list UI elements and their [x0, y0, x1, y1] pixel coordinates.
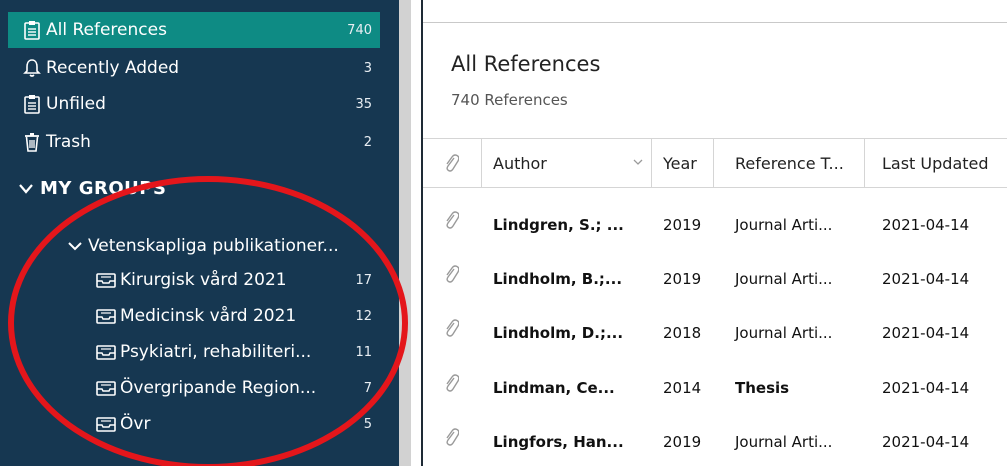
column-separator[interactable] — [481, 139, 482, 187]
group-item-label: Övr — [120, 414, 151, 434]
cell-author: Lingfors, Han... — [493, 432, 624, 451]
cell-last-updated: 2021-04-14 — [882, 432, 970, 451]
cell-reference-type: Journal Arti... — [735, 432, 833, 451]
cell-reference-type: Journal Arti... — [735, 323, 833, 342]
folder-tray-icon — [96, 414, 118, 434]
sidebar-item-count: 2 — [363, 134, 372, 150]
bell-icon — [20, 56, 44, 80]
attachment-icon[interactable] — [443, 317, 461, 339]
clipboard-icon — [20, 18, 44, 42]
table-row[interactable]: Lindholm, D.;... 2018 Journal Arti... 20… — [423, 305, 1007, 360]
column-separator[interactable] — [651, 139, 652, 187]
column-header-author[interactable]: Author — [493, 139, 547, 187]
group-set-vetenskapliga[interactable]: Vetenskapliga publikationer... — [68, 228, 378, 264]
cell-last-updated: 2021-04-14 — [882, 215, 970, 234]
cell-author: Lindholm, B.;... — [493, 269, 623, 288]
sidebar-item-unfiled[interactable]: Unfiled 35 — [8, 86, 380, 122]
column-header-year[interactable]: Year — [663, 139, 697, 187]
table-row[interactable]: Lindgren, S.; ... 2019 Journal Arti... 2… — [423, 197, 1007, 252]
sidebar-item-count: 740 — [347, 22, 372, 38]
sidebar-item-all-references[interactable]: All References 740 — [8, 12, 380, 48]
column-separator[interactable] — [864, 139, 865, 187]
chevron-down-icon — [19, 183, 33, 194]
group-item-label: Psykiatri, rehabiliteri... — [120, 342, 312, 362]
sidebar-item-label: Unfiled — [46, 94, 106, 114]
group-item-label: Kirurgisk vård 2021 — [120, 270, 287, 290]
sidebar-item-count: 35 — [355, 96, 372, 112]
table-row[interactable]: Lindholm, B.;... 2019 Journal Arti... 20… — [423, 251, 1007, 306]
sidebar-item-trash[interactable]: Trash 2 — [8, 124, 380, 160]
attachment-icon[interactable] — [443, 263, 461, 285]
attachment-column-icon[interactable] — [443, 152, 461, 174]
group-item-count: 17 — [355, 272, 372, 288]
sidebar-item-label: Trash — [46, 132, 91, 152]
sidebar-item-label: Recently Added — [46, 58, 180, 78]
attachment-icon[interactable] — [443, 426, 461, 448]
attachment-icon[interactable] — [443, 372, 461, 394]
column-header-reference-type[interactable]: Reference T... — [735, 139, 844, 187]
clipboard-icon — [20, 92, 44, 116]
cell-last-updated: 2021-04-14 — [882, 378, 970, 397]
divider — [423, 22, 1007, 23]
table-row[interactable]: Lindman, Ce... 2014 Thesis 2021-04-14 — [423, 360, 1007, 415]
group-item-count: 11 — [355, 344, 372, 360]
cell-author: Lindholm, D.;... — [493, 323, 624, 342]
group-item-psykiatri[interactable]: Psykiatri, rehabiliteri... 11 — [96, 334, 380, 370]
folder-tray-icon — [96, 378, 118, 398]
cell-year: 2018 — [663, 323, 702, 342]
folder-tray-icon — [96, 342, 118, 362]
sidebar-item-recently-added[interactable]: Recently Added 3 — [8, 50, 380, 86]
table-header: Author Year Reference T... Last Updated — [423, 138, 1007, 188]
cell-year: 2019 — [663, 215, 702, 234]
sidebar-item-count: 3 — [363, 60, 372, 76]
group-item-overgripande[interactable]: Övergripande Region... 7 — [96, 370, 380, 406]
folder-tray-icon — [96, 306, 118, 326]
reference-count: 740 References — [451, 91, 568, 109]
sidebar-scrollbar[interactable] — [399, 0, 411, 466]
column-separator[interactable] — [713, 139, 714, 187]
cell-reference-type: Thesis — [735, 378, 790, 397]
my-groups-header[interactable]: MY GROUPS — [18, 178, 166, 199]
cell-year: 2014 — [663, 378, 702, 397]
my-groups-label: MY GROUPS — [40, 178, 167, 199]
trash-icon — [20, 130, 44, 154]
group-item-label: Övergripande Region... — [120, 378, 317, 398]
group-item-kirurgisk[interactable]: Kirurgisk vård 2021 17 — [96, 262, 380, 298]
page-title: All References — [451, 52, 601, 76]
cell-author: Lindman, Ce... — [493, 378, 615, 397]
group-item-medicinsk[interactable]: Medicinsk vård 2021 12 — [96, 298, 380, 334]
cell-author: Lindgren, S.; ... — [493, 215, 624, 234]
cell-year: 2019 — [663, 269, 702, 288]
sidebar-item-label: All References — [46, 20, 167, 40]
table-row[interactable]: Lingfors, Han... 2019 Journal Arti... 20… — [423, 414, 1007, 466]
chevron-down-icon[interactable] — [633, 158, 643, 166]
reference-list-panel: All References 740 References Author Yea… — [423, 0, 1007, 466]
attachment-icon[interactable] — [443, 209, 461, 231]
group-item-label: Medicinsk vård 2021 — [120, 306, 297, 326]
cell-reference-type: Journal Arti... — [735, 269, 833, 288]
group-set-label: Vetenskapliga publikationer... — [88, 236, 339, 256]
chevron-down-icon — [68, 242, 82, 251]
folder-tray-icon — [96, 270, 118, 290]
group-item-ovr[interactable]: Övr 5 — [96, 406, 380, 442]
group-item-count: 12 — [355, 308, 372, 324]
cell-last-updated: 2021-04-14 — [882, 269, 970, 288]
cell-last-updated: 2021-04-14 — [882, 323, 970, 342]
cell-reference-type: Journal Arti... — [735, 215, 833, 234]
cell-year: 2019 — [663, 432, 702, 451]
column-header-last-updated[interactable]: Last Updated — [882, 139, 989, 187]
group-item-count: 5 — [363, 416, 372, 432]
group-item-count: 7 — [363, 380, 372, 396]
sidebar: All References 740 Recently Added 3 Unfi… — [0, 0, 399, 466]
